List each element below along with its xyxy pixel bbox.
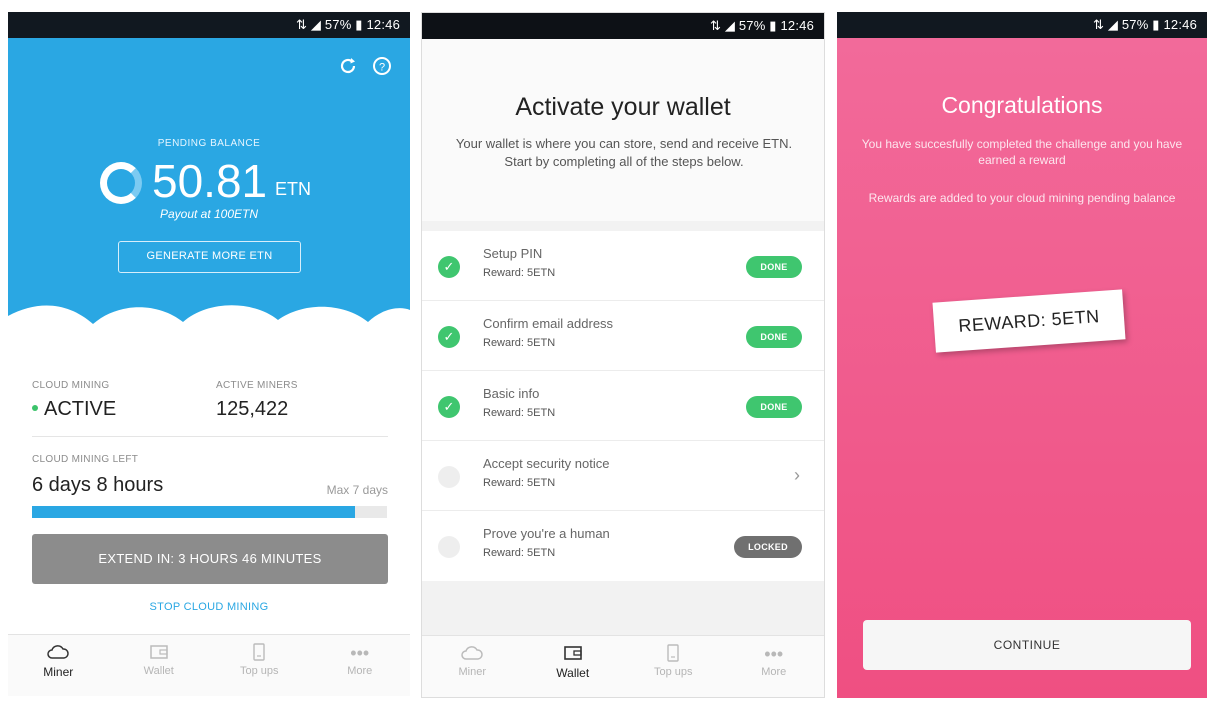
pending-circle-icon [438,536,460,558]
step-reward: Reward: 5ETN [483,267,556,279]
tab-label: Top ups [653,666,693,678]
step-basic-info[interactable]: ✓ Basic info Reward: 5ETN DONE [422,371,824,441]
tab-label: Miner [458,666,486,678]
mining-progress-fill [32,506,356,518]
congrats-message: You have succesfully completed the chall… [861,137,1183,167]
step-reward: Reward: 5ETN [483,407,556,419]
step-title: Confirm email address [483,316,614,331]
step-reward: Reward: 5ETN [483,477,556,489]
check-icon: ✓ [438,396,460,418]
mining-left-value: 6 days 8 hours [32,474,164,496]
wallet-icon [109,635,210,665]
step-reward: Reward: 5ETN [483,337,556,349]
generate-more-etn-button[interactable]: GENERATE MORE ETN [118,241,301,273]
more-dots-icon: ••• [350,643,370,663]
more-dots-icon: ••• [764,644,784,664]
tab-bar: Miner Wallet Top ups ••• More [8,634,410,696]
tab-bar: Miner Wallet Top ups ••• More [422,635,824,697]
wallet-description: Your wallet is where you can store, send… [455,136,793,169]
status-bar: ⇅ ◢ 57% ▮ 12:46 [837,12,1207,38]
active-miners-label: ACTIVE MINERS [216,380,298,391]
cloud-mining-status-text: ACTIVE [44,398,117,420]
tab-label: More [761,666,787,678]
chevron-right-icon: › [794,465,800,485]
done-badge: DONE [746,396,802,418]
divider [32,436,388,437]
help-icon[interactable]: ? [372,56,392,80]
step-confirm-email[interactable]: ✓ Confirm email address Reward: 5ETN DON… [422,301,824,371]
pending-circle-icon [438,466,460,488]
rewards-note: Rewards are added to your cloud mining p… [868,191,1176,205]
wallet-screen: ⇅ ◢ 57% ▮ 12:46 Activate your wallet You… [421,12,825,698]
extend-button[interactable]: EXTEND IN: 3 HOURS 46 MINUTES [32,534,388,584]
activation-steps-list: ✓ Setup PIN Reward: 5ETN DONE ✓ Confirm … [422,231,824,581]
cloud-icon [8,635,109,665]
step-title: Prove you're a human [483,526,610,541]
step-title: Accept security notice [483,456,610,471]
wallet-icon [523,636,624,666]
step-title: Setup PIN [483,246,543,261]
tab-more[interactable]: ••• More [310,635,411,696]
check-icon: ✓ [438,326,460,348]
congratulations-screen: ⇅ ◢ 57% ▮ 12:46 Congratulations You have… [837,12,1207,698]
step-reward: Reward: 5ETN [483,547,556,559]
tab-top-ups[interactable]: Top ups [623,636,724,697]
step-title: Basic info [483,386,540,401]
tab-label: Wallet [143,665,174,677]
step-setup-pin[interactable]: ✓ Setup PIN Reward: 5ETN DONE [422,231,824,301]
tab-label: More [347,665,373,677]
tab-miner[interactable]: Miner [422,636,523,697]
cloud-icon [422,636,523,666]
phone-icon [623,636,724,666]
step-prove-human[interactable]: Prove you're a human Reward: 5ETN LOCKED [422,511,824,581]
svg-text:?: ? [379,62,385,74]
cloud-mining-label: CLOUD MINING [32,380,110,391]
page-title: Activate your wallet [515,93,731,121]
miner-screen: ⇅ ◢ 57% ▮ 12:46 ? PENDING BALANCE 50.81 … [8,12,410,696]
balance-unit: ETN [275,179,311,199]
active-miners-value: 125,422 [216,398,289,420]
pending-balance-label: PENDING BALANCE [157,138,261,149]
tab-more[interactable]: ••• More [724,636,825,697]
stop-cloud-mining-link[interactable]: STOP CLOUD MINING [8,601,410,613]
payout-threshold: Payout at 100ETN [159,207,259,221]
tab-label: Miner [43,665,74,679]
tab-wallet[interactable]: Wallet [109,635,210,696]
wallet-header [422,39,824,221]
mining-progress-bar [32,506,387,518]
refresh-icon[interactable] [338,56,358,80]
max-days-label: Max 7 days [326,483,388,497]
tab-wallet[interactable]: Wallet [523,636,624,697]
done-badge: DONE [746,256,802,278]
page-title: Congratulations [941,92,1103,118]
tab-label: Top ups [239,665,279,677]
step-accept-security-notice[interactable]: Accept security notice Reward: 5ETN › [422,441,824,511]
locked-badge: LOCKED [734,536,802,558]
status-bar: ⇅ ◢ 57% ▮ 12:46 [422,13,824,39]
balance-ring-icon [100,162,142,204]
phone-icon [209,635,310,665]
cloud-mining-status: ACTIVE [32,398,116,421]
check-icon: ✓ [438,256,460,278]
continue-button[interactable]: CONTINUE [863,620,1191,670]
cloud-divider [8,305,410,364]
mining-left-label: CLOUD MINING LEFT [32,454,139,465]
done-badge: DONE [746,326,802,348]
tab-top-ups[interactable]: Top ups [209,635,310,696]
status-bar: ⇅ ◢ 57% ▮ 12:46 [8,12,410,38]
balance-value: 50.81 [152,155,268,207]
active-dot-icon [32,405,38,412]
tab-miner[interactable]: Miner [8,635,109,696]
tab-label: Wallet [556,666,590,680]
